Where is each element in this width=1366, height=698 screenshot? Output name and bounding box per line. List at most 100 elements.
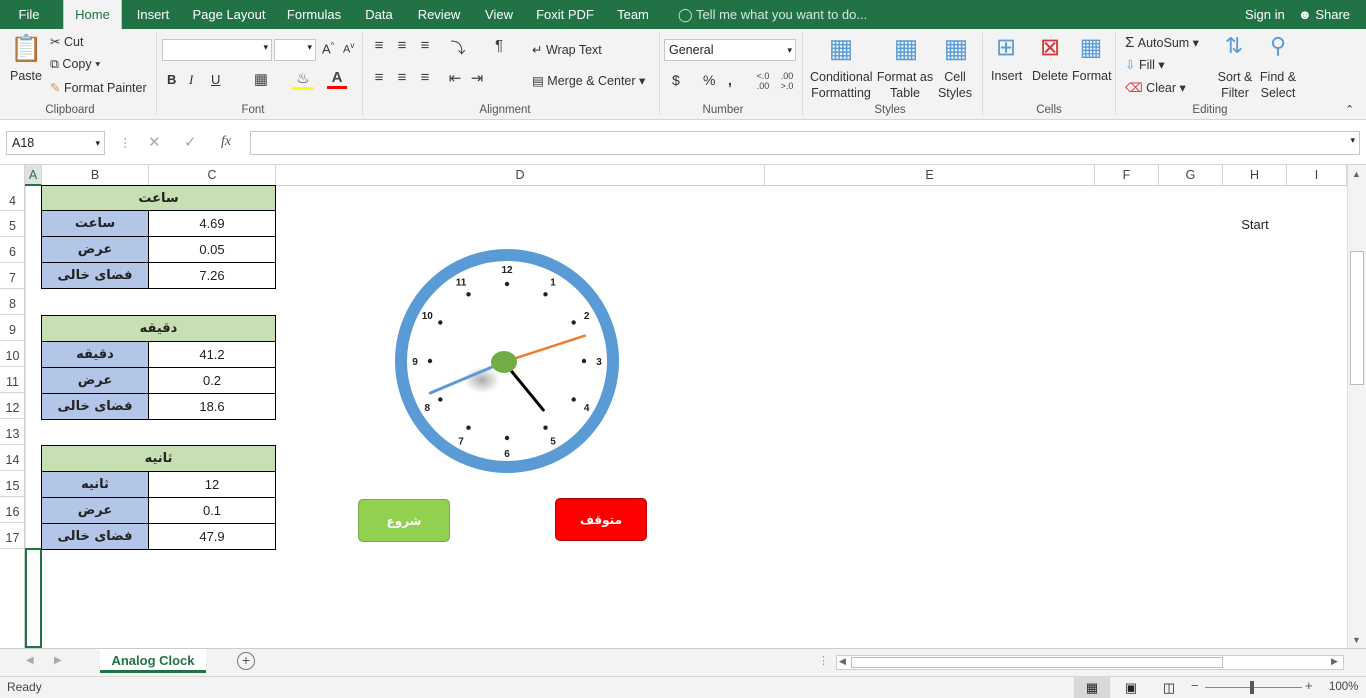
minute-width-value[interactable]: 0.2: [148, 367, 276, 394]
text-direction-icon[interactable]: ¶: [488, 37, 510, 54]
format-cells-button[interactable]: Format: [1072, 69, 1112, 83]
underline-button[interactable]: U: [211, 72, 220, 87]
decrease-decimal-icon[interactable]: .00 >.0: [776, 71, 798, 91]
row-header[interactable]: 8: [0, 289, 25, 315]
comma-button[interactable]: ,: [728, 72, 732, 88]
bold-button[interactable]: B: [167, 72, 176, 87]
currency-button[interactable]: $: [672, 72, 680, 88]
second-value[interactable]: 12: [148, 471, 276, 498]
second-space-value[interactable]: 47.9: [148, 523, 276, 550]
decrease-indent-icon[interactable]: ⇤: [446, 69, 464, 87]
tab-review[interactable]: Review: [412, 0, 466, 29]
insert-cells-button[interactable]: Insert: [991, 69, 1022, 83]
start-button[interactable]: شروع: [358, 499, 450, 542]
tab-home[interactable]: Home: [63, 0, 122, 29]
row-header[interactable]: 15: [0, 471, 25, 497]
merge-center-button[interactable]: ▤ Merge & Center ▾: [532, 73, 645, 88]
minute-label[interactable]: دقیقه: [41, 341, 149, 368]
row-header[interactable]: 14: [0, 445, 25, 471]
minute-space-label[interactable]: فضای خالی: [41, 393, 149, 420]
increase-indent-icon[interactable]: ⇥: [468, 69, 486, 87]
tab-data[interactable]: Data: [358, 0, 400, 29]
percent-button[interactable]: %: [703, 72, 715, 88]
prev-sheet-icon[interactable]: ◀: [26, 655, 34, 666]
hscroll-thumb[interactable]: [851, 657, 1223, 668]
format-as-table-button[interactable]: Format as Table: [876, 69, 934, 101]
col-header-e[interactable]: E: [765, 165, 1095, 186]
row-header[interactable]: 17: [0, 523, 25, 549]
format-painter-button[interactable]: ✎ Format Painter: [50, 80, 147, 95]
scroll-right-icon[interactable]: ▶: [1331, 656, 1338, 667]
select-all-corner[interactable]: [0, 165, 25, 186]
row-header[interactable]: 16: [0, 497, 25, 523]
tab-page-layout[interactable]: Page Layout: [188, 0, 270, 29]
increase-decimal-icon[interactable]: <.0.00: [752, 71, 774, 91]
expand-icon[interactable]: ▾: [1350, 135, 1355, 146]
vertical-scrollbar[interactable]: ▲ ▼: [1347, 165, 1366, 648]
number-format-dropdown[interactable]: General ▾: [664, 39, 796, 61]
delete-cells-button[interactable]: Delete: [1032, 69, 1068, 83]
analog-clock[interactable]: 121234567891011: [390, 244, 624, 478]
tab-insert[interactable]: Insert: [130, 0, 176, 29]
hour-value[interactable]: 4.69: [148, 210, 276, 237]
hour-label[interactable]: ساعت: [41, 210, 149, 237]
cell-styles-button[interactable]: Cell Styles: [934, 69, 976, 101]
stop-button[interactable]: متوقف: [555, 498, 647, 541]
formula-input[interactable]: ▾: [250, 131, 1360, 155]
row-header[interactable]: 4: [0, 186, 25, 211]
hour-space-label[interactable]: فضای خالی: [41, 262, 149, 289]
align-left-icon[interactable]: ≡: [370, 69, 388, 86]
paste-button[interactable]: Paste: [10, 69, 42, 83]
col-header-f[interactable]: F: [1095, 165, 1159, 186]
tab-foxit-pdf[interactable]: Foxit PDF: [532, 0, 598, 29]
italic-button[interactable]: I: [189, 72, 193, 88]
clear-button[interactable]: ⌫ Clear ▾: [1125, 80, 1186, 95]
tab-team[interactable]: Team: [612, 0, 654, 29]
fill-button[interactable]: ⇩ Fill ▾: [1125, 57, 1165, 72]
font-name-dropdown[interactable]: ▾: [162, 39, 272, 61]
normal-view-icon[interactable]: ▦: [1074, 677, 1110, 698]
enter-icon[interactable]: ✓: [184, 133, 197, 151]
orientation-icon[interactable]: ⤵: [446, 37, 470, 58]
scroll-down-icon[interactable]: ▼: [1352, 635, 1361, 645]
zoom-in-icon[interactable]: +: [1305, 678, 1313, 693]
cut-button[interactable]: ✂ Cut: [50, 34, 83, 49]
col-header-h[interactable]: H: [1223, 165, 1287, 186]
sheet-tab-analog-clock[interactable]: Analog Clock: [100, 649, 206, 673]
find-select-button[interactable]: Find & Select: [1256, 69, 1300, 101]
col-header-c[interactable]: C: [149, 165, 276, 186]
col-header-d[interactable]: D: [276, 165, 765, 186]
col-header-b[interactable]: B: [42, 165, 149, 186]
grow-font-button[interactable]: A^: [322, 41, 334, 56]
zoom-slider-thumb[interactable]: [1250, 681, 1254, 694]
minute-value[interactable]: 41.2: [148, 341, 276, 368]
tab-formulas[interactable]: Formulas: [282, 0, 346, 29]
selected-cell-a18[interactable]: [25, 548, 42, 648]
tab-view[interactable]: View: [478, 0, 520, 29]
second-table-title[interactable]: ثانیه: [41, 445, 276, 472]
row-header[interactable]: 11: [0, 367, 25, 393]
borders-icon[interactable]: ▦: [250, 70, 272, 88]
minute-space-value[interactable]: 18.6: [148, 393, 276, 420]
row-header[interactable]: 5: [0, 211, 25, 237]
second-label[interactable]: ثانیه: [41, 471, 149, 498]
row-header[interactable]: 13: [0, 419, 25, 445]
zoom-out-icon[interactable]: −: [1191, 678, 1199, 693]
top-align-icon[interactable]: ≡: [370, 37, 388, 54]
bottom-align-icon[interactable]: ≡: [416, 37, 434, 54]
zoom-level[interactable]: 100%: [1329, 681, 1358, 693]
insert-function-icon[interactable]: fx: [221, 134, 231, 150]
align-right-icon[interactable]: ≡: [416, 69, 434, 86]
cancel-icon[interactable]: ✕: [148, 133, 161, 151]
minute-width-label[interactable]: عرض: [41, 367, 149, 394]
row-header[interactable]: 12: [0, 393, 25, 419]
middle-align-icon[interactable]: ≡: [393, 37, 411, 54]
minute-table-title[interactable]: دقیقه: [41, 315, 276, 342]
file-tab[interactable]: File: [8, 0, 50, 29]
scroll-thumb[interactable]: [1350, 251, 1364, 385]
copy-button[interactable]: ⧉ Copy ▾: [50, 57, 100, 72]
next-sheet-icon[interactable]: ▶: [54, 655, 62, 666]
fill-color-icon[interactable]: ♨: [292, 69, 314, 90]
col-header-g[interactable]: G: [1159, 165, 1223, 186]
sign-in-link[interactable]: Sign in: [1245, 0, 1285, 29]
